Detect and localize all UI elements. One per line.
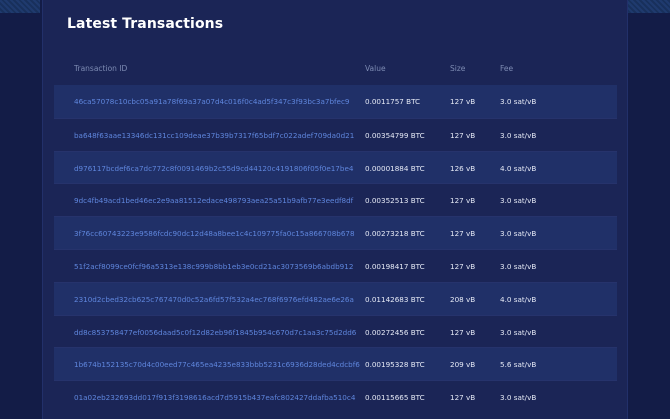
transaction-value: 0.00115665 BTC: [365, 393, 425, 403]
transaction-size: 127 vB: [450, 196, 476, 206]
transaction-value: 0.00273218 BTC: [365, 229, 425, 239]
transaction-size: 208 vB: [450, 294, 476, 304]
transaction-id-link[interactable]: 46ca57078c10cbc05a91a78f69a37a07d4c016f0…: [74, 97, 349, 106]
transaction-fee: 3.0 sat/vB: [500, 393, 537, 403]
transaction-value: 0.00195328 BTC: [365, 360, 425, 370]
transaction-size: 127 vB: [450, 261, 476, 271]
transaction-id-link[interactable]: 9dc4fb49acd1bed46ec2e9aa81512edace498793…: [74, 196, 353, 205]
transaction-size: 127 vB: [450, 327, 476, 337]
transaction-value: 0.00001884 BTC: [365, 163, 425, 173]
transaction-value: 0.0011757 BTC: [365, 97, 421, 106]
transaction-value: 0.00198417 BTC: [365, 261, 425, 271]
transactions-table-body: 46ca57078c10cbc05a91a78f69a37a07d4c016f0…: [54, 85, 617, 413]
transaction-id-link[interactable]: 51f2acf8099ce0fcf96a5313e138c999b8bb1eb3…: [74, 262, 353, 271]
transaction-id-link[interactable]: 01a02eb232693dd017f913f3198616acd7d5915b…: [74, 393, 355, 402]
transaction-fee: 3.0 sat/vB: [500, 97, 537, 106]
table-row: 9dc4fb49acd1bed46ec2e9aa81512edace498793…: [54, 183, 617, 216]
transaction-id-link[interactable]: 3f76cc60743223e9586fcdc90dc12d48a8bee1c4…: [74, 229, 355, 238]
column-header-transaction-id: Transaction ID: [74, 64, 128, 73]
column-header-size: Size: [450, 64, 466, 73]
transaction-value: 0.00352513 BTC: [365, 196, 425, 206]
panel-title: Latest Transactions: [67, 16, 224, 32]
transaction-id-link[interactable]: ba648f63aae13346dc131cc109deae37b39b7317…: [74, 131, 354, 140]
table-row: 46ca57078c10cbc05a91a78f69a37a07d4c016f0…: [54, 85, 617, 118]
transaction-size: 127 vB: [450, 97, 476, 106]
table-row: ba648f63aae13346dc131cc109deae37b39b7317…: [54, 117, 617, 151]
transaction-fee: 3.0 sat/vB: [500, 130, 537, 140]
table-row: 01a02eb232693dd017f913f3198616acd7d5915b…: [54, 380, 617, 413]
transaction-fee: 3.0 sat/vB: [500, 196, 537, 206]
transaction-value: 0.00272456 BTC: [365, 327, 425, 337]
transaction-fee: 3.0 sat/vB: [500, 229, 537, 239]
table-row: 2310d2cbed32cb625c767470d0c52a6fd57f532a…: [54, 281, 617, 315]
page-edge-pattern-right: [626, 0, 670, 13]
transaction-value: 0.00354799 BTC: [365, 130, 425, 140]
table-row: d976117bcdef6ca7dc772c8f0091469b2c55d9cd…: [54, 150, 617, 184]
transaction-id-link[interactable]: 1b674b152135c70d4c00eed77c465ea4235e833b…: [74, 360, 360, 369]
table-row: 1b674b152135c70d4c00eed77c465ea4235e833b…: [54, 347, 617, 381]
transaction-size: 127 vB: [450, 130, 476, 140]
page-edge-pattern-left: [0, 0, 40, 13]
transaction-fee: 4.0 sat/vB: [500, 163, 537, 173]
transaction-value: 0.01142683 BTC: [365, 294, 425, 304]
transaction-id-link[interactable]: 2310d2cbed32cb625c767470d0c52a6fd57f532a…: [74, 295, 354, 304]
transaction-size: 209 vB: [450, 360, 476, 370]
transaction-fee: 3.0 sat/vB: [500, 327, 537, 337]
transaction-fee: 3.0 sat/vB: [500, 261, 537, 271]
transaction-fee: 4.0 sat/vB: [500, 294, 537, 304]
transaction-size: 126 vB: [450, 163, 476, 173]
transactions-panel: Latest Transactions Transaction ID Value…: [42, 0, 628, 419]
transaction-id-link[interactable]: d976117bcdef6ca7dc772c8f0091469b2c55d9cd…: [74, 164, 353, 173]
table-row: dd8c853758477ef0056daad5c0f12d82eb96f184…: [54, 314, 617, 348]
table-row: 3f76cc60743223e9586fcdc90dc12d48a8bee1c4…: [54, 216, 617, 249]
transaction-size: 127 vB: [450, 393, 476, 403]
transaction-size: 127 vB: [450, 229, 476, 239]
table-row: 51f2acf8099ce0fcf96a5313e138c999b8bb1eb3…: [54, 248, 617, 282]
table-header: Transaction ID Value Size Fee: [54, 58, 617, 78]
transaction-id-link[interactable]: dd8c853758477ef0056daad5c0f12d82eb96f184…: [74, 328, 356, 337]
column-header-fee: Fee: [500, 64, 514, 73]
transaction-fee: 5.6 sat/vB: [500, 360, 537, 370]
column-header-value: Value: [365, 64, 386, 73]
